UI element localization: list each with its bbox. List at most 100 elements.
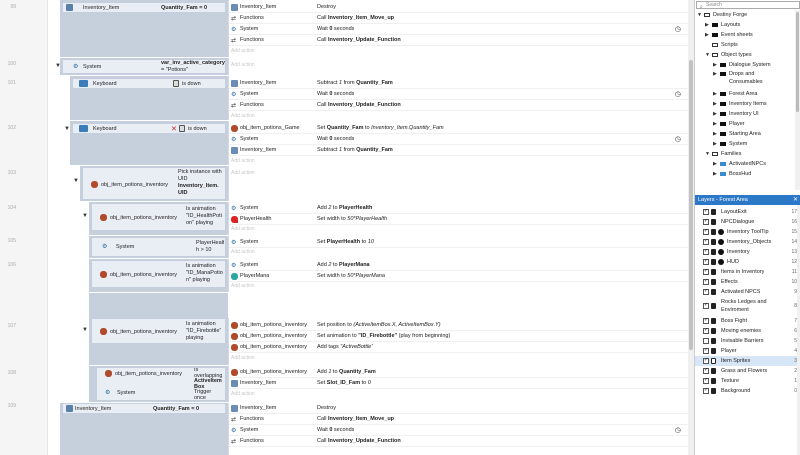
condition-row[interactable]: obj_item_potions_inventory Is animation "… (91, 260, 226, 288)
add-action-link[interactable]: Add action (231, 46, 255, 57)
tree-item-bosshud[interactable]: ▶ BossHud (713, 169, 751, 179)
action-row[interactable]: PlayerMana Set width to 50*PlayerMana (229, 271, 689, 282)
action-row[interactable]: Inventory_Item Set Slot_ID_Fam to 0 (229, 378, 689, 389)
add-action-link[interactable]: Add action (231, 389, 255, 400)
tree-item-starting-area[interactable]: ▶ Starting Area (713, 129, 761, 139)
layer-row[interactable]: Invisable Barriers 5 (695, 336, 797, 346)
layer-row[interactable]: Inventory ToolTip15 (695, 227, 797, 237)
scrollbar-thumb[interactable] (689, 60, 693, 350)
actions-block[interactable]: ⚙ System Set PlayerHealth to 10 Add acti… (228, 236, 689, 258)
tree-item-forest-area[interactable]: ▶ Forest Area (713, 89, 757, 99)
layer-row[interactable]: Inventory13 (695, 247, 797, 257)
lock-icon[interactable] (711, 269, 716, 275)
actions-block[interactable]: obj_item_potions_Game Set Quantity_Fam t… (228, 121, 689, 165)
tree-item-layouts[interactable]: ▶ Layouts (705, 20, 740, 30)
lock-icon[interactable] (711, 259, 716, 265)
close-icon[interactable]: ✕ (793, 195, 798, 205)
visibility-checkbox[interactable] (703, 218, 709, 225)
tree-item-system[interactable]: ▶ System (713, 139, 747, 149)
collapse-arrow-icon[interactable]: ▼ (73, 178, 79, 184)
tree-item-drops[interactable]: ▶ Drops and Consumables (713, 70, 763, 88)
tree-item-event-sheets[interactable]: ▶ Event sheets (705, 30, 753, 40)
action-row[interactable]: Inventory_Item Destroy (229, 2, 689, 13)
visibility-checkbox[interactable] (703, 268, 709, 275)
tree-item-activated-npcs[interactable]: ▶ ActivatedNPCs (713, 159, 766, 169)
actions-block[interactable]: obj_item_potions_inventory Add 1 to Quan… (228, 366, 689, 402)
visibility-checkbox[interactable] (703, 327, 709, 334)
action-row[interactable]: Inventory_Item Destroy (229, 403, 689, 414)
actions-block[interactable]: Inventory_Item Destroy ⇄ Functions Call … (228, 403, 689, 455)
layer-row[interactable]: Rocks Ledges andEnviroment8 (695, 297, 797, 315)
lock-icon[interactable] (711, 318, 716, 324)
layer-row[interactable]: Boss Fight7 (695, 316, 797, 326)
add-action-link[interactable]: Add action (231, 168, 255, 179)
actions-block[interactable]: Add action (228, 58, 688, 75)
visibility-checkbox[interactable] (703, 387, 709, 394)
lock-icon[interactable] (711, 279, 716, 285)
visibility-checkbox[interactable] (703, 367, 709, 374)
layer-row[interactable]: Background0 (695, 386, 797, 396)
visibility-checkbox[interactable] (703, 302, 709, 309)
action-row[interactable]: ⚙ System Add 2 to PlayerMana (229, 260, 689, 271)
action-row[interactable]: ⚙ System Wait 0 seconds ◷ (229, 89, 689, 100)
condition-row[interactable]: Inventory_Item Quantity_Fam = 0 (62, 403, 226, 414)
condition-row[interactable]: Keyboard is down (72, 78, 226, 89)
action-row[interactable]: ⇄ Functions Call Inventory_Update_Functi… (229, 35, 689, 46)
visibility-checkbox[interactable] (703, 238, 709, 245)
condition-row[interactable]: Inventory_Item Quantity_Fam = 0 (62, 2, 226, 13)
lock-icon[interactable] (711, 303, 716, 309)
condition-row[interactable]: ⚙ System var_inv_active_category = "Potio… (62, 59, 226, 74)
visibility-checkbox[interactable] (703, 228, 709, 235)
actions-block[interactable]: Inventory_Item Destroy ⇄ Functions Call … (228, 0, 689, 57)
actions-block[interactable]: Add action (228, 166, 688, 201)
lock-icon[interactable] (711, 239, 716, 245)
project-tree[interactable]: ▼ Destiny Forge ▶ Layouts ▶ Event sheets Sc… (695, 10, 795, 190)
tree-item-inventory-items[interactable]: ▶ Inventory Items (713, 99, 767, 109)
actions-block[interactable]: ⚙ System Add 2 to PlayerMana PlayerMana … (228, 259, 689, 292)
condition-row[interactable]: obj_item_potions_inventory Pick instance… (82, 167, 226, 200)
lock-icon[interactable] (711, 388, 716, 394)
layer-row-selected[interactable]: Item Sprites3 (695, 356, 797, 366)
action-row[interactable]: ⇄ Functions Call Inventory_Update_Functi… (229, 100, 689, 111)
visibility-checkbox[interactable] (703, 258, 709, 265)
action-row[interactable]: obj_item_potions_inventory Add 1 to Quan… (229, 367, 689, 378)
action-row[interactable]: ⚙ System Set PlayerHealth to 10 (229, 237, 689, 248)
visibility-checkbox[interactable] (703, 347, 709, 354)
tree-item-families[interactable]: ▼ Families (705, 149, 741, 159)
layer-row[interactable]: Player4 (695, 346, 797, 356)
add-action-link[interactable]: Add action (231, 281, 255, 292)
lock-icon[interactable] (711, 368, 716, 374)
tree-item-inventory-ui[interactable]: ▶ Inventory UI (713, 109, 759, 119)
visibility-checkbox[interactable] (703, 317, 709, 324)
action-row[interactable]: Inventory_Item Subtract 1 from Quantity_… (229, 145, 689, 156)
collapse-arrow-icon[interactable]: ▼ (82, 327, 88, 333)
action-row[interactable]: ⇄ Functions Call Inventory_Item_Move_up (229, 13, 689, 24)
visibility-checkbox[interactable] (703, 377, 709, 384)
action-row[interactable]: obj_item_potions_Game Set Quantity_Fam t… (229, 123, 689, 134)
visibility-checkbox[interactable] (703, 278, 709, 285)
lock-icon[interactable] (711, 219, 716, 225)
lock-icon[interactable] (711, 249, 716, 255)
layer-row[interactable]: LayoutExit17 (695, 207, 797, 217)
layer-row[interactable]: Effects10 (695, 277, 797, 287)
action-row[interactable]: ⚙ System Wait 0 seconds ◷ (229, 425, 689, 436)
layer-row[interactable]: Texture1 (695, 376, 797, 386)
visibility-checkbox[interactable] (703, 338, 709, 344)
action-row[interactable]: obj_item_potions_inventory Set animation… (229, 331, 689, 342)
layer-row[interactable]: NPCDialogue16 (695, 217, 797, 227)
project-tree-scrollbar[interactable] (795, 10, 800, 190)
visibility-checkbox[interactable] (703, 208, 709, 215)
lock-icon[interactable] (711, 378, 716, 384)
action-row[interactable]: ⚙ System Wait 0 seconds ◷ (229, 134, 689, 145)
lock-icon[interactable] (711, 209, 716, 215)
visibility-checkbox[interactable] (703, 248, 709, 255)
event-sheet[interactable]: 99 100 101 102 103 104 105 106 107 108 1… (0, 0, 689, 455)
condition-row[interactable]: obj_item_potions_inventory Is overlapping… (96, 367, 226, 401)
layer-row[interactable]: Activated NPCS9 (695, 287, 797, 297)
action-row[interactable]: ⇄ Functions Call Inventory_Item_Move_up (229, 414, 689, 425)
layer-row[interactable]: Moving enemies6 (695, 326, 797, 336)
lock-icon[interactable] (711, 348, 716, 354)
action-row[interactable]: obj_item_potions_inventory Add tags "Act… (229, 342, 689, 353)
add-action-link[interactable]: Add action (231, 247, 255, 258)
collapse-arrow-icon[interactable]: ▼ (82, 213, 88, 219)
